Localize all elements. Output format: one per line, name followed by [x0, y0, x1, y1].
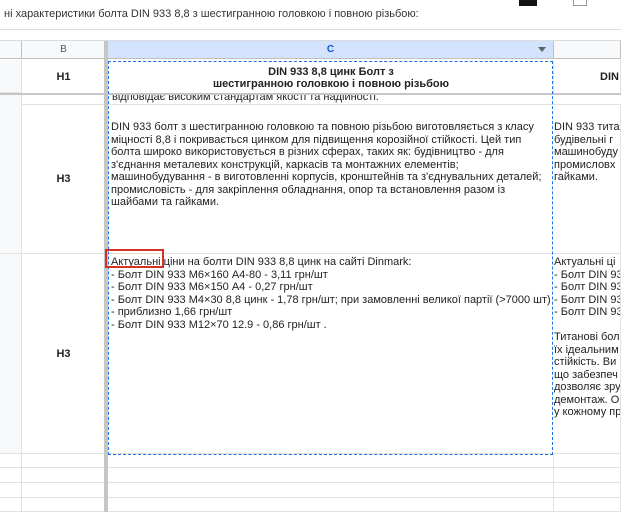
toolbar-button-icon[interactable] — [573, 0, 587, 6]
cell-c-row-a[interactable]: DIN 933 болт з шестигранною головкою та … — [108, 105, 554, 254]
highlighted-word: Актуальні — [111, 256, 161, 268]
column-title-line1: DIN 933 8,8 цинк Болт з — [268, 66, 394, 78]
column-header-b[interactable]: B — [22, 41, 106, 59]
row-header[interactable] — [0, 254, 22, 454]
row-header[interactable] — [0, 60, 22, 93]
empty-cell[interactable] — [0, 468, 22, 483]
row-b-d-text: Актуальні ці - Болт DIN 93 - Болт DIN 93… — [554, 256, 621, 418]
color-swatch-icon[interactable] — [519, 0, 537, 6]
empty-cell[interactable] — [0, 454, 22, 468]
row-b-heading-rest: ціни на болти DIN 933 8,8 цинк на сайті … — [160, 256, 412, 268]
empty-cell[interactable] — [554, 468, 621, 483]
chevron-down-icon[interactable] — [538, 47, 546, 52]
row-b-price-list: - Болт DIN 933 М6×160 А4-80 - 3,11 грн/ш… — [111, 268, 551, 331]
row-header[interactable] — [0, 95, 22, 254]
cell-b-header[interactable]: H1 — [22, 60, 106, 93]
empty-cell[interactable] — [0, 483, 22, 498]
column-header-a[interactable] — [0, 41, 22, 59]
empty-cell[interactable] — [554, 483, 621, 498]
cell-d-header[interactable]: DIN — [554, 60, 621, 93]
column-title-d: DIN — [600, 71, 619, 83]
column-title-line2: шестигранною головкою і повною різьбою — [213, 78, 449, 90]
cell-d-row-a[interactable]: DIN 933 тита будівельні г машинобуду про… — [554, 105, 621, 254]
empty-cell[interactable] — [22, 483, 106, 498]
formula-bar-text: ні характеристики болта DIN 933 8,8 з ше… — [4, 8, 419, 20]
cell-b-row-a[interactable]: H3 — [22, 105, 106, 254]
column-header-d[interactable] — [554, 41, 621, 59]
cell-c-header[interactable]: DIN 933 8,8 цинк Болт з шестигранною гол… — [108, 60, 554, 93]
row-b-heading: Актуальні ціни на болти DIN 933 8,8 цинк… — [111, 256, 551, 269]
row-a-description: DIN 933 болт з шестигранною головкою та … — [111, 121, 542, 208]
frozen-column-divider[interactable] — [104, 41, 108, 512]
column-header-c[interactable]: C — [108, 41, 554, 59]
empty-cell[interactable] — [22, 498, 106, 512]
empty-cell[interactable] — [554, 454, 621, 468]
empty-cell[interactable] — [108, 498, 554, 512]
h3-label: H3 — [56, 173, 71, 185]
partial-row-text: відповідає високим стандартам якості та … — [112, 95, 379, 103]
cell-c-row-b[interactable]: Актуальні ціни на болти DIN 933 8,8 цинк… — [108, 254, 554, 454]
empty-cell[interactable] — [0, 498, 22, 512]
empty-cell[interactable] — [22, 468, 106, 483]
toolbar-spacer — [0, 30, 621, 41]
cell-d-row-b[interactable]: Актуальні ці - Болт DIN 93 - Болт DIN 93… — [554, 254, 621, 454]
h1-label: H1 — [56, 70, 71, 83]
empty-cell[interactable] — [108, 483, 554, 498]
h3-label: H3 — [56, 347, 71, 360]
cell-b-row-b[interactable]: H3 — [22, 254, 106, 454]
row-a-d-text: DIN 933 тита будівельні г машинобуду про… — [554, 121, 620, 183]
cell-c-partial[interactable]: відповідає високим стандартам якості та … — [108, 95, 554, 104]
empty-cell[interactable] — [108, 468, 554, 483]
empty-cell[interactable] — [22, 454, 106, 468]
empty-cell[interactable] — [554, 498, 621, 512]
empty-cell[interactable] — [108, 454, 554, 468]
